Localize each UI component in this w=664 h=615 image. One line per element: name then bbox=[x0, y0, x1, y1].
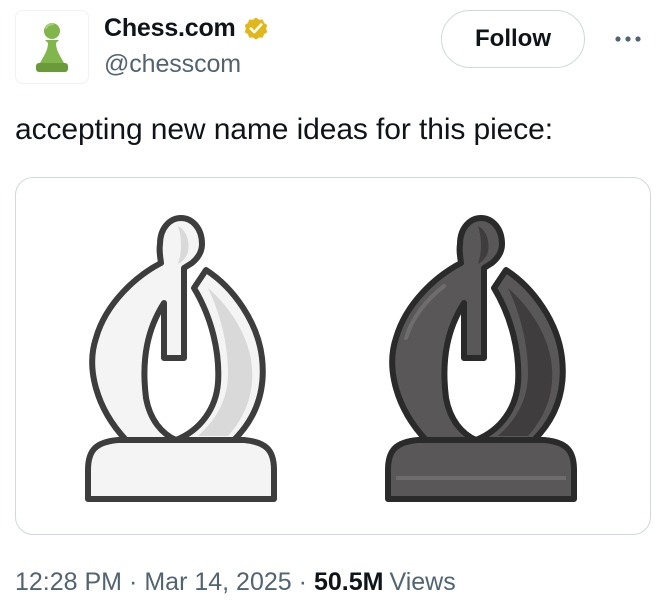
views-label: Views bbox=[389, 568, 456, 596]
tweet-metadata: 12:28 PM · Mar 14, 2025 · 50.5M Views bbox=[15, 568, 456, 597]
chess-pawn-icon bbox=[36, 23, 68, 72]
follow-button[interactable]: Follow bbox=[441, 10, 585, 68]
avatar[interactable] bbox=[15, 10, 89, 84]
tweet: Chess.com @chesscom Follow accepting new… bbox=[0, 0, 664, 615]
name-row: Chess.com bbox=[104, 12, 270, 44]
views-count[interactable]: 50.5M bbox=[314, 568, 383, 597]
tweet-text: accepting new name ideas for this piece: bbox=[15, 113, 553, 146]
separator: · bbox=[129, 568, 138, 596]
display-name[interactable]: Chess.com bbox=[104, 14, 236, 43]
white-bishop-icon bbox=[85, 215, 277, 502]
author-info: Chess.com @chesscom bbox=[104, 12, 270, 79]
separator: · bbox=[298, 568, 307, 596]
handle[interactable]: @chesscom bbox=[104, 50, 270, 79]
media-image[interactable] bbox=[15, 177, 651, 535]
tweet-date[interactable]: Mar 14, 2025 bbox=[144, 568, 291, 597]
more-options-button[interactable] bbox=[610, 24, 646, 54]
more-horizontal-icon bbox=[615, 36, 641, 42]
tweet-time[interactable]: 12:28 PM bbox=[15, 568, 122, 597]
black-bishop-icon bbox=[385, 215, 577, 502]
verified-badge-icon[interactable] bbox=[242, 14, 270, 42]
